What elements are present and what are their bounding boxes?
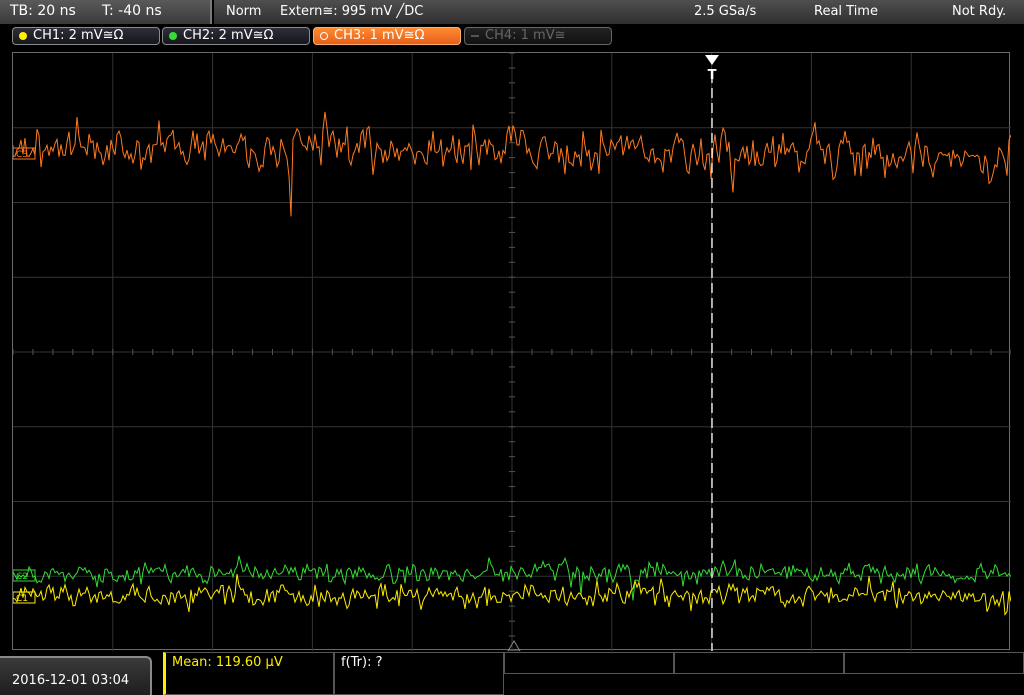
ch3-indicator-icon (320, 32, 328, 40)
trigger-time-label: T: -40 ns (102, 3, 162, 19)
measurement-slot[interactable] (844, 652, 1024, 674)
ch3-marker-label: C3 (16, 150, 28, 160)
time-reference-icon (507, 640, 521, 651)
ch1-marker-label: C1 (16, 594, 28, 604)
measurement-mean[interactable]: Mean: 119.60 µV (163, 652, 334, 695)
measurement-slot[interactable] (674, 652, 844, 674)
ftr-value-label: f(Tr): ? (341, 655, 383, 670)
tab-ch2[interactable]: CH2: 2 mV≅Ω (162, 27, 310, 45)
acquisition-state-label: Not Rdy. (952, 4, 1007, 19)
trigger-source-label: Extern≅: 995 mV ╱DC (280, 4, 424, 19)
tab-ch4[interactable]: CH4: 1 mV≅ (464, 27, 612, 45)
ch4-indicator-icon (471, 35, 479, 37)
timebase-panel[interactable]: TB: 20 ns T: -40 ns (0, 0, 212, 24)
tab-ch3-label: CH3: 1 mV≅Ω (334, 28, 425, 43)
measurement-panel: Mean: 119.60 µV f(Tr): ? (163, 652, 1024, 695)
tab-ch2-label: CH2: 2 mV≅Ω (183, 28, 274, 43)
acquisition-mode-label: Real Time (814, 4, 878, 19)
waveform-display[interactable]: T C3 C2 C1 (12, 52, 1011, 651)
trigger-mode-label: Norm (226, 4, 262, 19)
trigger-arrow-icon[interactable] (705, 55, 719, 65)
measurement-ftr[interactable]: f(Tr): ? (334, 652, 504, 695)
ch2-indicator-icon (169, 32, 177, 40)
ch2-marker-label: C2 (16, 572, 28, 582)
mean-value-label: Mean: 119.60 µV (172, 655, 283, 670)
tab-ch4-label: CH4: 1 mV≅ (485, 28, 566, 43)
acquisition-panel[interactable]: Norm Extern≅: 995 mV ╱DC 2.5 GSa/s Real … (214, 0, 1024, 24)
channel-bar: CH1: 2 mV≅Ω CH2: 2 mV≅Ω CH3: 1 mV≅Ω CH4:… (0, 24, 1024, 48)
tab-ch1[interactable]: CH1: 2 mV≅Ω (12, 27, 160, 45)
tab-ch1-label: CH1: 2 mV≅Ω (33, 28, 124, 43)
ch1-indicator-icon (19, 32, 27, 40)
timebase-label: TB: 20 ns (10, 3, 76, 19)
sample-rate-label: 2.5 GSa/s (694, 4, 757, 19)
date-time-label: 2016-12-01 03:04 (12, 673, 130, 688)
waveform-canvas: T C3 C2 C1 (13, 53, 1011, 651)
ch3-offset-marker[interactable]: C3 (13, 147, 36, 160)
trigger-marker-label: T (708, 68, 717, 83)
measurement-slot[interactable] (504, 652, 674, 674)
tab-ch3[interactable]: CH3: 1 mV≅Ω (313, 27, 461, 45)
date-time-panel: 2016-12-01 03:04 (0, 656, 152, 695)
status-bar: TB: 20 ns T: -40 ns Norm Extern≅: 995 mV… (0, 0, 1024, 24)
